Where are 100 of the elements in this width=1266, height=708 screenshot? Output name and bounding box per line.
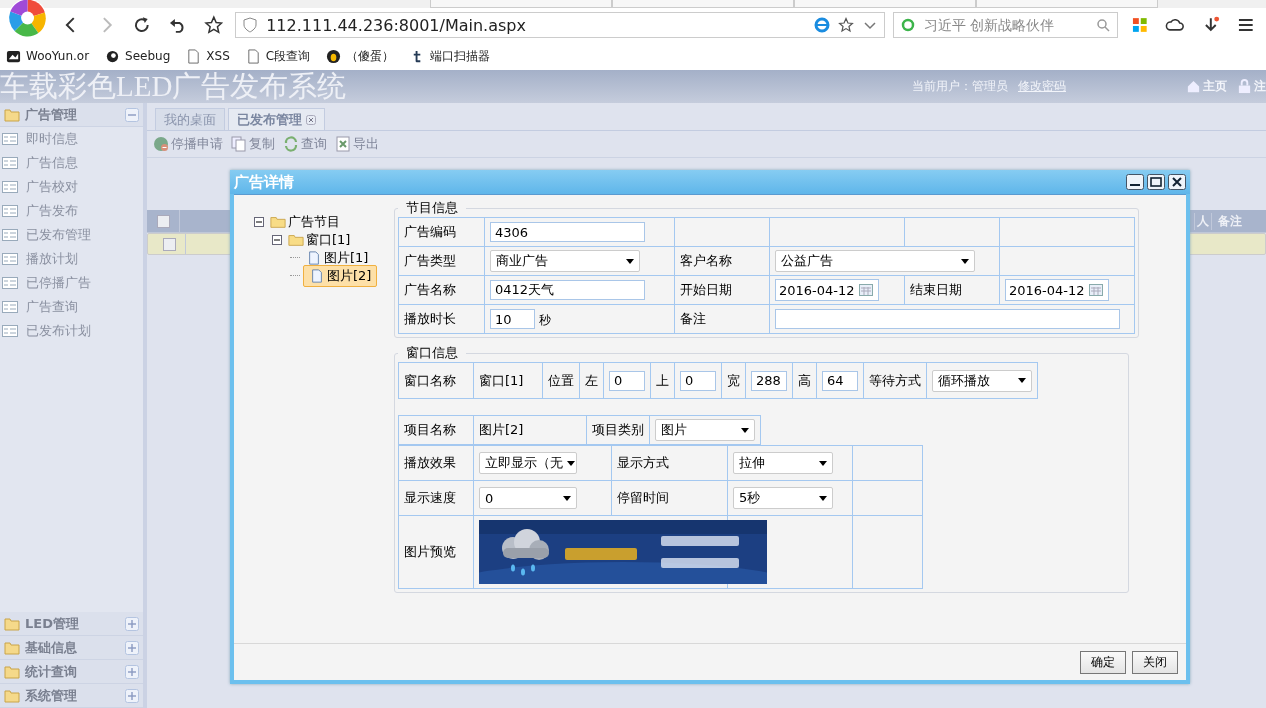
field-label: 开始日期 [680,282,732,297]
shield-icon [242,17,259,33]
field-label: 显示方式 [617,455,669,470]
input-field[interactable]: 288 [751,370,787,391]
list-icon [2,325,18,337]
caret-icon [961,258,969,264]
folder-icon [4,107,20,122]
table-cell: 窗口[1] [479,372,524,388]
dropdown[interactable]: 0 [479,487,577,509]
egg-icon [326,48,342,64]
group-label: 统计查询 [25,662,78,681]
dialog-title: 广告详情 [234,172,295,192]
expand-icon[interactable] [125,688,139,703]
dropdown[interactable]: 拉伸 [733,452,833,474]
date-field[interactable]: 2016-04-12 [1005,279,1109,301]
tree-node[interactable]: 图片[2] [303,265,378,287]
search-input[interactable]: 习近平 创新战略伙伴 [921,16,1089,34]
dropdown[interactable]: 图片 [655,419,755,441]
field-label: 播放时长 [404,311,456,326]
checkbox[interactable] [162,237,176,251]
spreadsheet-icon [335,136,351,152]
reload-icon[interactable] [132,15,152,35]
field-label: 停留时间 [617,490,669,505]
input-field[interactable]: 0 [609,370,645,391]
folder-icon [270,215,286,229]
bookmark[interactable]: C段查询 [245,47,311,65]
address-bar[interactable]: 112.111.44.236:8001/Main.aspx [235,12,885,38]
list-icon [2,277,18,289]
maximize-icon[interactable] [1147,174,1165,190]
list-icon [2,157,18,169]
bookmark[interactable]: XSS [186,48,230,64]
dropdown[interactable]: 5秒 [733,487,833,509]
search-engine-icon [899,17,916,33]
caret-icon [1018,378,1026,383]
star-icon[interactable] [203,15,224,35]
column-header: 人 [1194,212,1211,230]
search-bar[interactable]: 习近平 创新战略伙伴 [892,12,1118,38]
dropdown[interactable]: 立即显示（无 [479,452,577,474]
input-field[interactable]: 4306 [490,222,645,242]
bookmark[interactable]: （傻蛋） [326,47,395,65]
star-icon[interactable] [837,17,854,33]
field-label: 广告编码 [404,224,456,239]
field-label: 宽 [727,372,740,388]
section-title: 窗口信息 [405,344,459,362]
list-icon [2,253,18,265]
date-field[interactable]: 2016-04-12 [775,279,879,301]
input-field[interactable]: 10 [490,309,535,329]
input-field[interactable]: 0 [680,370,716,391]
input-field[interactable] [775,309,1120,329]
folder-icon [4,616,20,631]
close-icon[interactable] [1168,174,1186,190]
list-icon [2,229,18,241]
bookmark[interactable]: WooYun.or [6,48,90,64]
field-label: 左 [585,372,598,388]
input-field[interactable]: 0412天气 [490,280,645,300]
ie-icon[interactable] [813,17,830,33]
dialog-button[interactable]: 确定 [1080,650,1126,674]
collapse-icon[interactable] [272,235,282,245]
page-icon [186,48,202,64]
dropdown[interactable]: 循环播放 [932,369,1032,392]
search-icon[interactable] [1094,17,1111,33]
field-label: 客户名称 [680,253,732,268]
field-label: 显示速度 [404,490,456,505]
field-label: 上 [656,372,669,388]
caret-icon [819,460,827,466]
caret-icon [563,495,571,501]
group-label: 广告管理 [25,105,78,124]
field-label: 等待方式 [869,372,921,388]
folder-icon [4,640,20,655]
tree-node[interactable]: 广告节目 [267,212,343,232]
caret-icon [819,495,827,501]
group-label: LED管理 [25,614,80,633]
checkbox[interactable] [156,214,170,228]
list-icon [2,205,18,217]
bookmark[interactable]: Seebug [105,48,171,64]
expand-icon[interactable] [125,664,139,679]
dropdown[interactable]: 商业广告 [490,250,640,272]
list-icon [2,181,18,193]
tree-node[interactable]: 图片[1] [303,248,372,268]
section-title: 节目信息 [405,199,459,217]
minimize-icon[interactable] [1126,174,1144,190]
expand-icon[interactable] [125,616,139,631]
calendar-icon[interactable] [859,284,873,296]
bookmark[interactable]: 端口扫描器 [410,47,491,65]
list-icon [2,301,18,313]
calendar-icon[interactable] [1089,284,1103,296]
app-title: 车载彩色LED广告发布系统 [0,68,347,104]
collapse-icon[interactable] [254,217,264,227]
expand-icon[interactable] [125,640,139,655]
refresh-icon [283,136,299,152]
dropdown[interactable]: 公益广告 [775,250,975,272]
field-label: 备注 [680,311,706,326]
folder-icon [4,664,20,679]
group-label: 基础信息 [25,638,78,657]
dialog-button[interactable]: 关闭 [1132,650,1178,674]
input-field[interactable]: 64 [822,370,858,391]
folder-icon [4,688,20,703]
field-label: 广告类型 [404,253,456,268]
tree-node[interactable]: 窗口[1] [285,230,354,250]
caret-icon [626,258,634,264]
